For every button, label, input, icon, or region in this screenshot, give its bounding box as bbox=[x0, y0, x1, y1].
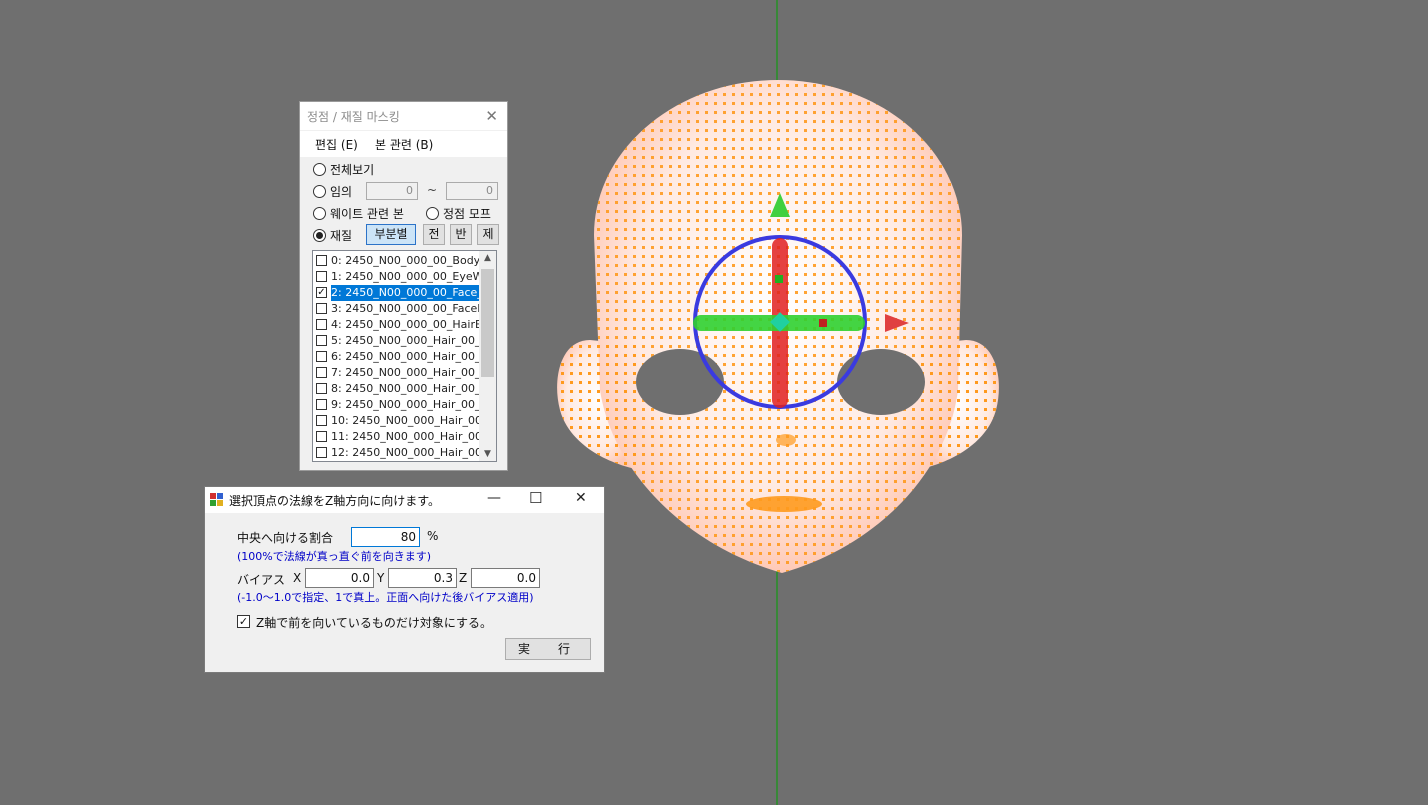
minimize-icon[interactable]: — bbox=[487, 490, 501, 506]
mask-panel-title: 정점 / 재질 마스킹 bbox=[307, 110, 400, 124]
bias-label: バイアス bbox=[237, 573, 286, 587]
material-checkbox[interactable] bbox=[316, 351, 327, 362]
radio-material[interactable] bbox=[313, 229, 326, 242]
material-label: 11: 2450_N00_000_Hair_00_ bbox=[331, 430, 479, 443]
range-separator: ~ bbox=[427, 183, 438, 197]
material-label: 10: 2450_N00_000_Hair_00_ bbox=[331, 414, 479, 427]
label-material: 재질 bbox=[330, 229, 353, 243]
maximize-icon[interactable]: ☐ bbox=[529, 489, 542, 507]
execute-button[interactable]: 実 行 bbox=[505, 638, 591, 660]
material-label: 8: 2450_N00_000_Hair_00_H bbox=[331, 382, 479, 395]
app-icon bbox=[210, 493, 223, 506]
label-show-all: 전체보기 bbox=[330, 163, 375, 177]
label-vertex-morph: 정점 모프 bbox=[443, 207, 491, 221]
material-checkbox[interactable] bbox=[316, 319, 327, 330]
material-checkbox[interactable] bbox=[316, 303, 327, 314]
bias-z-input[interactable]: 0.0 bbox=[471, 568, 540, 588]
ratio-hint: (100%で法線が真っ直ぐ前を向きます) bbox=[237, 550, 432, 563]
ratio-label: 中央へ向ける割合 bbox=[237, 531, 334, 545]
mask-menubar: 편집 (E) 본 관련 (B) bbox=[300, 130, 507, 157]
material-checkbox[interactable] bbox=[316, 335, 327, 346]
partial-button[interactable]: 부분별 bbox=[366, 224, 416, 245]
material-label: 7: 2450_N00_000_Hair_00_H bbox=[331, 366, 479, 379]
material-label: 2: 2450_N00_000_00_Face_ bbox=[331, 285, 479, 301]
normal-dialog-title: 選択頂点の法線をZ軸方向に向けます。 bbox=[229, 494, 441, 508]
material-checkbox[interactable] bbox=[316, 399, 327, 410]
range-from-field[interactable]: 0 bbox=[366, 182, 418, 200]
material-label: 3: 2450_N00_000_00_FaceM bbox=[331, 302, 479, 315]
material-checkbox[interactable]: ✓ bbox=[316, 287, 327, 298]
material-checkbox[interactable] bbox=[316, 383, 327, 394]
nose-vertices bbox=[776, 434, 796, 446]
close-icon[interactable]: ✕ bbox=[575, 490, 587, 506]
scroll-up-icon[interactable]: ▲ bbox=[479, 253, 496, 263]
list-item[interactable]: 1: 2450_N00_000_00_EyeW bbox=[313, 269, 480, 285]
ratio-unit: % bbox=[427, 529, 439, 543]
mask-panel-titlebar[interactable]: 정점 / 재질 마스킹 ✕ bbox=[300, 102, 507, 130]
material-list-scrollbar[interactable]: ▲ ▼ bbox=[479, 251, 496, 461]
list-item[interactable]: 6: 2450_N00_000_Hair_00_H bbox=[313, 349, 480, 365]
list-item[interactable]: 8: 2450_N00_000_Hair_00_H bbox=[313, 381, 480, 397]
normal-dialog-titlebar[interactable]: 選択頂点の法線をZ軸方向に向けます。 — ☐ ✕ bbox=[205, 487, 604, 513]
scroll-thumb[interactable] bbox=[481, 269, 494, 377]
front-only-label: Z軸で前を向いているものだけ対象にする。 bbox=[256, 616, 492, 630]
material-checkbox[interactable] bbox=[316, 415, 327, 426]
material-checkbox[interactable] bbox=[316, 271, 327, 282]
radio-vertex-morph[interactable] bbox=[426, 207, 439, 220]
mouth-vertices bbox=[746, 496, 822, 512]
bias-x-input[interactable]: 0.0 bbox=[305, 568, 374, 588]
list-item[interactable]: ✓ 2: 2450_N00_000_00_Face_ bbox=[313, 285, 480, 301]
label-weight-bone: 웨이트 관련 본 bbox=[330, 207, 404, 221]
material-label: 5: 2450_N00_000_Hair_00_H bbox=[331, 334, 479, 347]
list-item[interactable]: 5: 2450_N00_000_Hair_00_H bbox=[313, 333, 480, 349]
front-only-checkbox[interactable]: ✓ bbox=[237, 615, 250, 628]
material-label: 0: 2450_N00_000_00_Body_ bbox=[331, 254, 479, 267]
list-item[interactable]: 3: 2450_N00_000_00_FaceM bbox=[313, 301, 480, 317]
bias-x-label: X bbox=[293, 571, 302, 585]
material-label: 6: 2450_N00_000_Hair_00_H bbox=[331, 350, 479, 363]
list-item[interactable]: 12: 2450_N00_000_Hair_00_ bbox=[313, 445, 480, 461]
normal-direction-dialog: 選択頂点の法線をZ軸方向に向けます。 — ☐ ✕ 中央へ向ける割合 80 % (… bbox=[204, 486, 605, 673]
range-to-field[interactable]: 0 bbox=[446, 182, 498, 200]
bias-hint: (-1.0～1.0で指定、1で真上。正面へ向けた後バイアス適用) bbox=[237, 591, 534, 604]
material-checkbox[interactable] bbox=[316, 447, 327, 458]
bias-y-label: Y bbox=[377, 571, 385, 585]
clear-button[interactable]: 제 bbox=[477, 224, 499, 245]
menu-edit[interactable]: 편집 (E) bbox=[315, 136, 358, 153]
bias-y-input[interactable]: 0.3 bbox=[388, 568, 457, 588]
material-checkbox[interactable] bbox=[316, 255, 327, 266]
material-checkbox[interactable] bbox=[316, 367, 327, 378]
list-item[interactable]: 9: 2450_N00_000_Hair_00_H bbox=[313, 397, 480, 413]
material-label: 9: 2450_N00_000_Hair_00_H bbox=[331, 398, 479, 411]
menu-bone[interactable]: 본 관련 (B) bbox=[375, 136, 433, 153]
list-item[interactable]: 0: 2450_N00_000_00_Body_ bbox=[313, 253, 480, 269]
select-all-button[interactable]: 전 bbox=[423, 224, 445, 245]
list-item[interactable]: 11: 2450_N00_000_Hair_00_ bbox=[313, 429, 480, 445]
viewport-canvas[interactable] bbox=[0, 0, 1428, 805]
radio-show-all[interactable] bbox=[313, 163, 326, 176]
material-label: 4: 2450_N00_000_00_HairBa bbox=[331, 318, 479, 331]
radio-weight-bone[interactable] bbox=[313, 207, 326, 220]
label-range: 임의 bbox=[330, 185, 353, 199]
scroll-down-icon[interactable]: ▼ bbox=[479, 449, 496, 459]
material-list[interactable]: 0: 2450_N00_000_00_Body_ 1: 2450_N00_000_… bbox=[312, 250, 497, 462]
list-item[interactable]: 10: 2450_N00_000_Hair_00_ bbox=[313, 413, 480, 429]
bias-z-label: Z bbox=[459, 571, 468, 585]
ratio-input[interactable]: 80 bbox=[351, 527, 420, 547]
list-item[interactable]: 4: 2450_N00_000_00_HairBa bbox=[313, 317, 480, 333]
material-label: 12: 2450_N00_000_Hair_00_ bbox=[331, 446, 479, 459]
invert-button[interactable]: 반 bbox=[450, 224, 472, 245]
3d-viewport[interactable] bbox=[0, 0, 1428, 805]
radio-range[interactable] bbox=[313, 185, 326, 198]
mask-panel: 정점 / 재질 마스킹 ✕ 편집 (E) 본 관련 (B) 전체보기 임의 0 … bbox=[299, 101, 508, 471]
material-label: 1: 2450_N00_000_00_EyeW bbox=[331, 270, 479, 283]
material-checkbox[interactable] bbox=[316, 431, 327, 442]
close-icon[interactable]: ✕ bbox=[485, 107, 498, 125]
list-item[interactable]: 7: 2450_N00_000_Hair_00_H bbox=[313, 365, 480, 381]
